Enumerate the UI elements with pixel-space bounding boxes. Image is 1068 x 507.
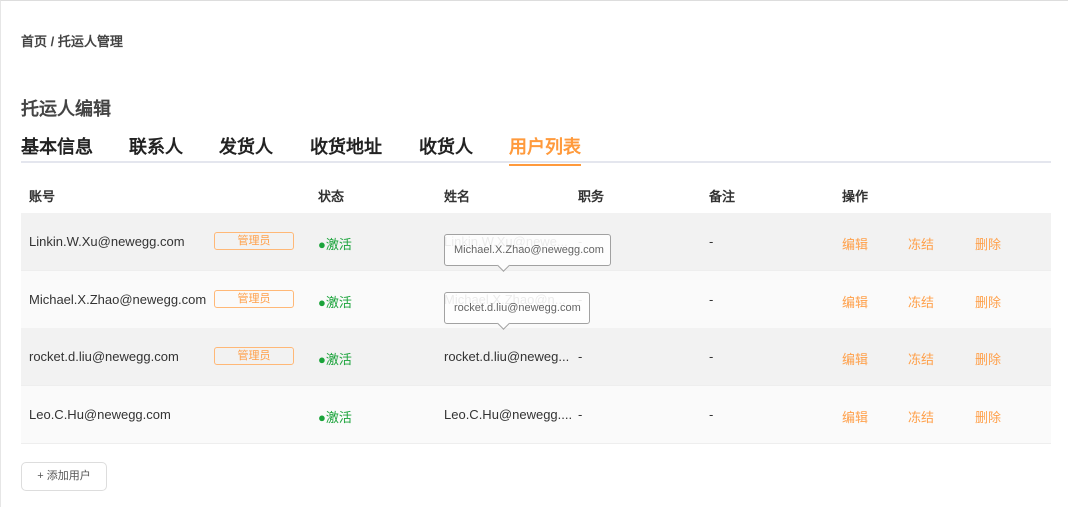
- admin-badge: 管理员: [214, 347, 294, 365]
- remark: -: [709, 407, 714, 422]
- remark: -: [709, 349, 714, 364]
- delete-link[interactable]: 删除: [975, 234, 1001, 253]
- col-actions: 操作: [842, 189, 869, 204]
- admin-badge: 管理员: [214, 290, 294, 308]
- tab-consignees[interactable]: 收货人: [419, 133, 473, 164]
- freeze-link[interactable]: 冻结: [908, 234, 934, 253]
- edit-link[interactable]: 编辑: [842, 407, 868, 426]
- edit-link[interactable]: 编辑: [842, 292, 868, 311]
- account: Leo.C.Hu@newegg.com: [29, 407, 171, 422]
- freeze-link[interactable]: 冻结: [908, 407, 934, 426]
- admin-badge: 管理员: [214, 232, 294, 250]
- tab-bar: 基本信息 联系人 发货人 收货地址 收货人 用户列表: [21, 133, 1051, 166]
- freeze-link[interactable]: 冻结: [908, 292, 934, 311]
- status-badge: ●激活: [318, 352, 352, 367]
- remark: -: [709, 234, 714, 249]
- remark: -: [709, 292, 714, 307]
- add-user-button[interactable]: + 添加用户: [21, 462, 107, 491]
- col-remark: 备注: [709, 189, 736, 204]
- tab-contacts[interactable]: 联系人: [129, 133, 183, 164]
- table-row: Leo.C.Hu@newegg.com ●激活 Leo.C.Hu@newegg..…: [21, 386, 1051, 444]
- delete-link[interactable]: 删除: [975, 407, 1001, 426]
- status-badge: ●激活: [318, 237, 352, 252]
- col-status: 状态: [318, 189, 345, 204]
- col-position: 职务: [578, 189, 605, 204]
- delete-link[interactable]: 删除: [975, 292, 1001, 311]
- edit-link[interactable]: 编辑: [842, 349, 868, 368]
- account: rocket.d.liu@newegg.com: [29, 349, 179, 364]
- col-account: 账号: [29, 189, 56, 204]
- tab-user-list[interactable]: 用户列表: [509, 133, 581, 166]
- delete-link[interactable]: 删除: [975, 349, 1001, 368]
- tab-basic-info[interactable]: 基本信息: [21, 133, 93, 164]
- page-title: 托运人编辑: [21, 99, 111, 119]
- position: -: [578, 407, 583, 422]
- col-name: 姓名: [444, 189, 471, 204]
- tooltip: Michael.X.Zhao@newegg.com: [444, 234, 611, 266]
- breadcrumb: 首页 / 托运人管理: [21, 34, 123, 49]
- name: rocket.d.liu@neweg...: [444, 349, 570, 364]
- name: Leo.C.Hu@newegg....: [444, 407, 573, 422]
- position: -: [578, 349, 583, 364]
- table-row: rocket.d.liu@newegg.com 管理员 ●激活 rocket.d.l…: [21, 328, 1051, 386]
- freeze-link[interactable]: 冻结: [908, 349, 934, 368]
- status-badge: ●激活: [318, 295, 352, 310]
- tab-shippers[interactable]: 发货人: [219, 133, 273, 164]
- account: Linkin.W.Xu@newegg.com: [29, 234, 185, 249]
- status-badge: ●激活: [318, 410, 352, 425]
- edit-link[interactable]: 编辑: [842, 234, 868, 253]
- tooltip: rocket.d.liu@newegg.com: [444, 292, 590, 324]
- account: Michael.X.Zhao@newegg.com: [29, 292, 207, 307]
- tab-addresses[interactable]: 收货地址: [310, 133, 382, 164]
